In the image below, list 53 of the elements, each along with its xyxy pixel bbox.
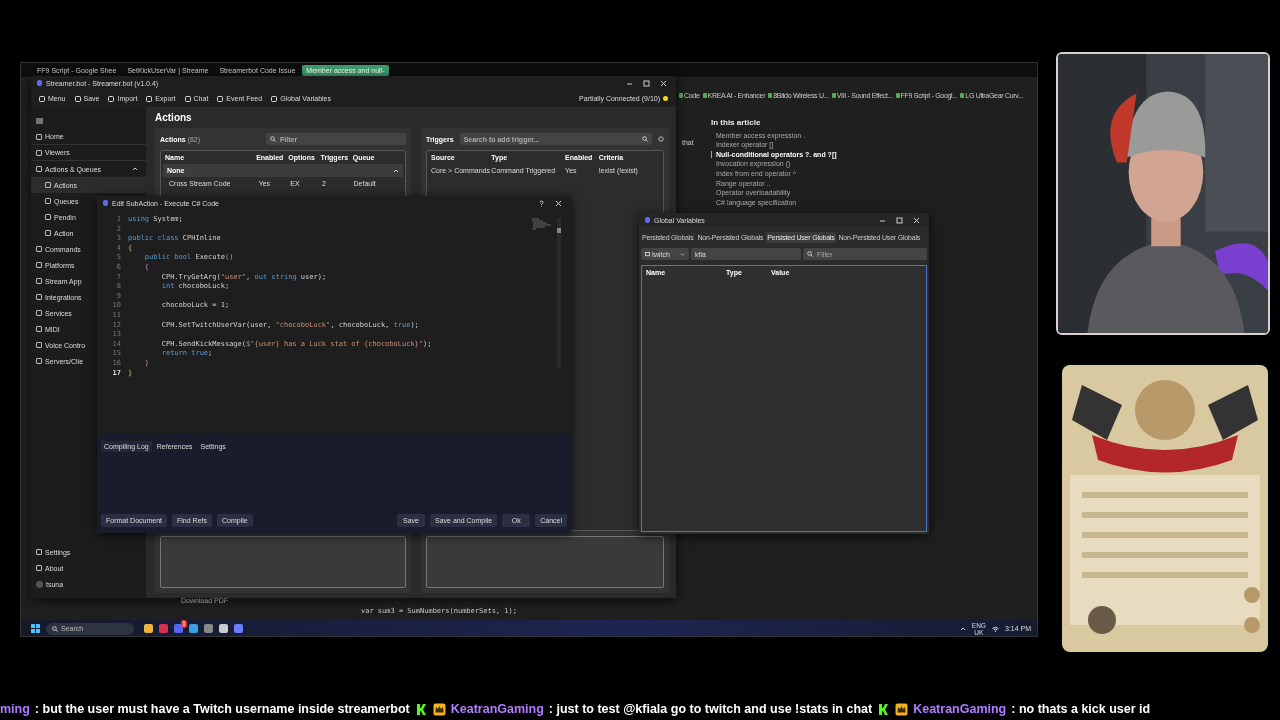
nav-icon [36,310,42,316]
nav-icon [36,294,42,300]
minimap-drawing [531,218,553,230]
chevron-up-icon[interactable] [959,626,966,631]
search-icon [52,625,58,632]
nav-icon [45,230,51,236]
status-dot [663,96,668,101]
screen-icon [645,251,650,257]
nav-icon [36,565,42,571]
help-icon[interactable] [538,199,545,207]
nav-icon [45,198,51,204]
nav-icon [36,149,42,156]
chat-message: : no thats a kick user id [1011,702,1151,716]
close-icon[interactable] [555,199,562,207]
search-icon [807,251,813,257]
nav-icon [36,166,42,172]
maximize-icon[interactable] [896,216,903,224]
crown-icon [432,702,446,716]
nav-icon [36,358,42,364]
nav-icon [36,326,42,332]
page-title: Actions [155,112,193,123]
start-icon[interactable] [31,624,40,633]
platform-icon [414,702,428,716]
avatar [36,580,43,588]
chat-message: : just to test @kfiala go to twitch and use !stats in chat [548,702,873,716]
chevron-up-icon[interactable] [393,168,399,173]
nav-icon [36,342,42,348]
toc-title: In this article [711,118,762,127]
chat-username: ming [0,702,30,716]
chat-username: KeatranGaming [450,702,544,716]
crown-icon [895,702,909,716]
nav-icon [36,262,42,268]
platform-icon [877,702,891,716]
nav-icon [45,214,51,220]
search-icon [270,136,276,142]
nav-icon [36,549,42,555]
wifi-icon[interactable] [991,625,999,632]
close-icon[interactable] [660,79,667,87]
chat-username: KeatranGaming [913,702,1007,716]
app-icon [645,217,650,223]
close-icon[interactable] [913,216,920,224]
maximize-icon[interactable] [643,79,650,87]
chat-message: : but the user must have a Twitch username inside streamerbot [34,702,410,716]
nav-icon [36,133,42,140]
nav-icon [36,278,42,284]
nav-icon [36,246,42,252]
settings-icon[interactable] [658,136,664,142]
nav-icon [45,182,51,188]
app-icon [37,80,42,86]
chevron-up-icon[interactable] [132,167,138,171]
app-icon [103,200,108,206]
chevron-down-icon [680,252,685,256]
search-icon [642,136,648,142]
